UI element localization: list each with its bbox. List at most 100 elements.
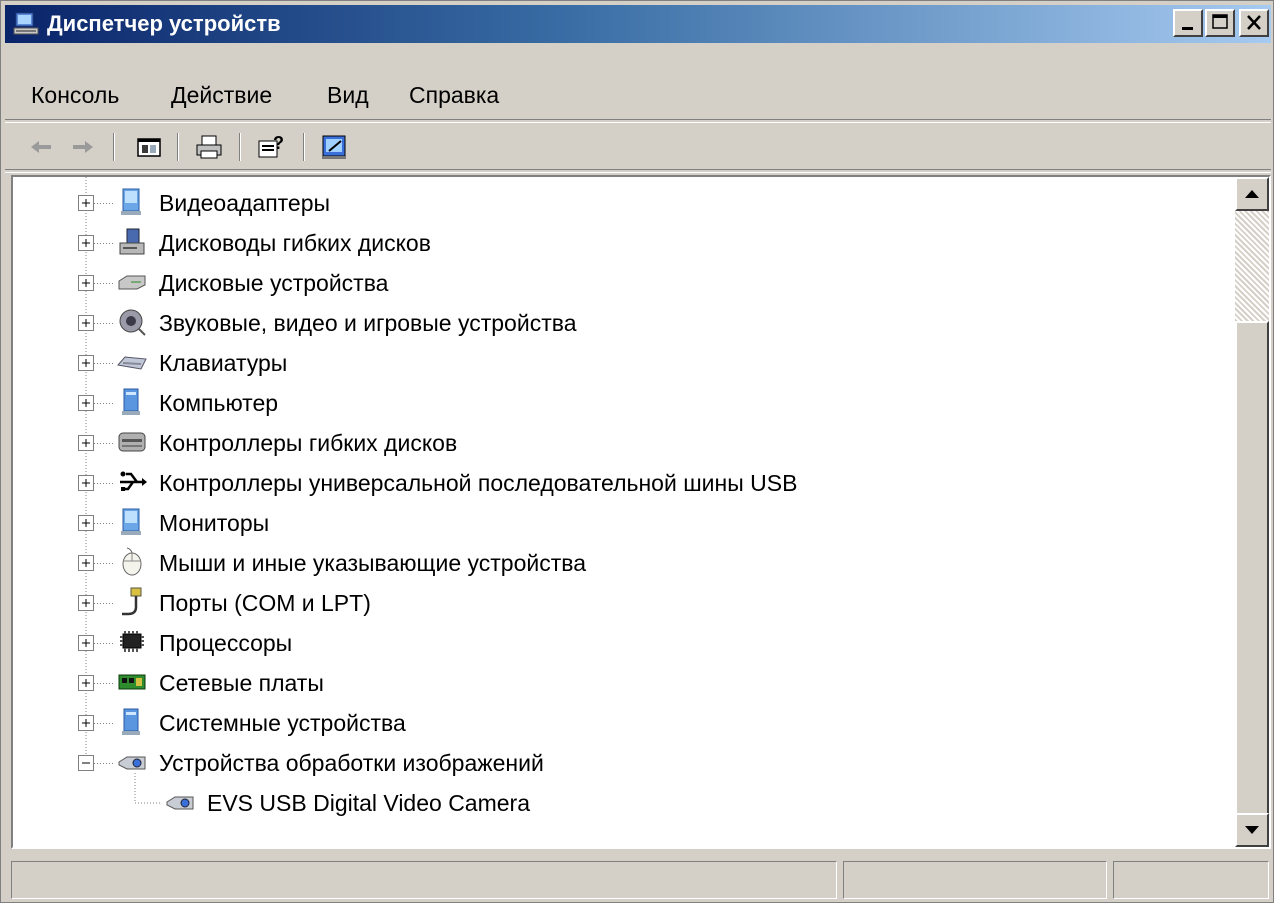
status-cell-tertiary — [1113, 861, 1269, 899]
tree-item-label: Контроллеры универсальной последовательн… — [159, 470, 798, 496]
back-icon[interactable] — [25, 131, 57, 163]
device-manager-icon — [13, 11, 39, 37]
tree-item-video-adapters[interactable]: Видеоадаптеры — [13, 183, 1213, 223]
tree-item-label: Дисковые устройства — [159, 270, 389, 296]
scroll-track[interactable] — [1235, 211, 1269, 321]
expand-icon[interactable] — [78, 275, 94, 291]
expand-icon[interactable] — [78, 195, 94, 211]
expand-icon[interactable] — [78, 595, 94, 611]
keyboard-icon — [117, 347, 147, 377]
tree-item-label: Дисководы гибких дисков — [159, 230, 431, 256]
expand-icon[interactable] — [78, 235, 94, 251]
print-icon[interactable] — [193, 131, 225, 163]
tree-item-label: Звуковые, видео и игровые устройства — [159, 310, 577, 336]
tree-item-processors[interactable]: Процессоры — [13, 623, 1213, 663]
maximize-button[interactable] — [1205, 9, 1235, 37]
tree-item-ports[interactable]: Порты (COM и LPT) — [13, 583, 1213, 623]
title-bar[interactable]: Диспетчер устройств — [5, 5, 1271, 43]
expand-icon[interactable] — [78, 475, 94, 491]
toolbar-separator — [303, 133, 305, 161]
toolbar-separator — [239, 133, 241, 161]
disk-drive-icon — [117, 267, 147, 297]
collapse-icon[interactable] — [78, 755, 94, 771]
tree-item-label: Устройства обработки изображений — [159, 750, 544, 776]
scan-hardware-icon[interactable] — [319, 131, 351, 163]
tree-item-label: Процессоры — [159, 630, 293, 656]
usb-icon — [117, 467, 147, 497]
toolbar-bottom-divider — [5, 169, 1271, 173]
expand-icon[interactable] — [78, 435, 94, 451]
processor-icon — [117, 627, 147, 657]
tree-item-network-cards[interactable]: Сетевые платы — [13, 663, 1213, 703]
tree-item-label: Мониторы — [159, 510, 270, 536]
tree-item-label: Контроллеры гибких дисков — [159, 430, 458, 456]
floppy-drive-icon — [117, 227, 147, 257]
minimize-button[interactable] — [1173, 9, 1203, 37]
expand-icon[interactable] — [78, 715, 94, 731]
tree-item-monitors[interactable]: Мониторы — [13, 503, 1213, 543]
mouse-icon — [117, 547, 147, 577]
sound-device-icon — [117, 307, 147, 337]
floppy-controller-icon — [117, 427, 147, 457]
status-bar — [5, 857, 1271, 901]
menu-bar: Консоль Действие Вид Справка — [5, 75, 1271, 115]
tree-item-label: Клавиатуры — [159, 350, 288, 376]
scroll-thumb[interactable] — [1235, 321, 1269, 815]
tree-item-label: Системные устройства — [159, 710, 406, 736]
expand-icon[interactable] — [78, 315, 94, 331]
toolbar: ? — [5, 125, 1271, 169]
tree-item-mice[interactable]: Мыши и иные указывающие устройства — [13, 543, 1213, 583]
display-adapter-icon — [117, 187, 147, 217]
tree-item-disk-drives[interactable]: Дисковые устройства — [13, 263, 1213, 303]
forward-icon[interactable] — [67, 131, 99, 163]
close-button[interactable] — [1239, 9, 1269, 37]
tree-item-label: EVS USB Digital Video Camera — [207, 790, 530, 816]
vertical-scrollbar[interactable] — [1235, 177, 1269, 847]
tree-item-computer[interactable]: Компьютер — [13, 383, 1213, 423]
tree-item-evs-camera[interactable]: EVS USB Digital Video Camera — [13, 783, 1213, 823]
imaging-device-icon — [117, 747, 147, 777]
device-tree-pane: Видеоадаптеры Дисководы гибких дисков Ди… — [11, 175, 1271, 849]
toolbar-separator — [177, 133, 179, 161]
scroll-up-button[interactable] — [1235, 177, 1269, 211]
computer-icon — [117, 387, 147, 417]
window-title: Диспетчер устройств — [47, 11, 281, 36]
tree-item-sound-devices[interactable]: Звуковые, видео и игровые устройства — [13, 303, 1213, 343]
port-icon — [117, 587, 147, 617]
camera-icon — [165, 787, 195, 817]
expand-icon[interactable] — [78, 395, 94, 411]
expand-icon[interactable] — [78, 515, 94, 531]
tree-item-floppy-controllers[interactable]: Контроллеры гибких дисков — [13, 423, 1213, 463]
tree-item-imaging-devices[interactable]: Устройства обработки изображений — [13, 743, 1213, 783]
tree-item-system-devices[interactable]: Системные устройства — [13, 703, 1213, 743]
tree-item-floppy-drives[interactable]: Дисководы гибких дисков — [13, 223, 1213, 263]
system-device-icon — [117, 707, 147, 737]
expand-icon[interactable] — [78, 355, 94, 371]
toolbar-divider — [5, 119, 1271, 123]
expand-icon[interactable] — [78, 635, 94, 651]
tree-item-label: Мыши и иные указывающие устройства — [159, 550, 587, 576]
tree-item-label: Порты (COM и LPT) — [159, 590, 371, 616]
toolbar-separator — [113, 133, 115, 161]
menu-help[interactable]: Справка — [409, 79, 499, 111]
tree-item-label: Сетевые платы — [159, 670, 324, 696]
monitor-icon — [117, 507, 147, 537]
tree-item-label: Компьютер — [159, 390, 279, 416]
menu-action[interactable]: Действие — [171, 79, 272, 111]
tree-item-usb-controllers[interactable]: Контроллеры универсальной последовательн… — [13, 463, 1213, 503]
menu-console[interactable]: Консоль — [31, 79, 119, 111]
status-cell-main — [11, 861, 837, 899]
show-hide-console-tree-icon[interactable] — [133, 131, 165, 163]
svg-text:?: ? — [273, 133, 284, 153]
tree-item-label: Видеоадаптеры — [159, 190, 331, 216]
expand-icon[interactable] — [78, 555, 94, 571]
expand-icon[interactable] — [78, 675, 94, 691]
help-icon[interactable]: ? — [255, 131, 287, 163]
menu-view[interactable]: Вид — [327, 79, 369, 111]
scroll-down-button[interactable] — [1235, 813, 1269, 847]
network-card-icon — [117, 667, 147, 697]
status-cell-secondary — [843, 861, 1107, 899]
tree-item-keyboards[interactable]: Клавиатуры — [13, 343, 1213, 383]
device-tree: Видеоадаптеры Дисководы гибких дисков Ди… — [13, 177, 1237, 847]
device-manager-window: Диспетчер устройств Консоль Действие Вид… — [0, 0, 1274, 903]
